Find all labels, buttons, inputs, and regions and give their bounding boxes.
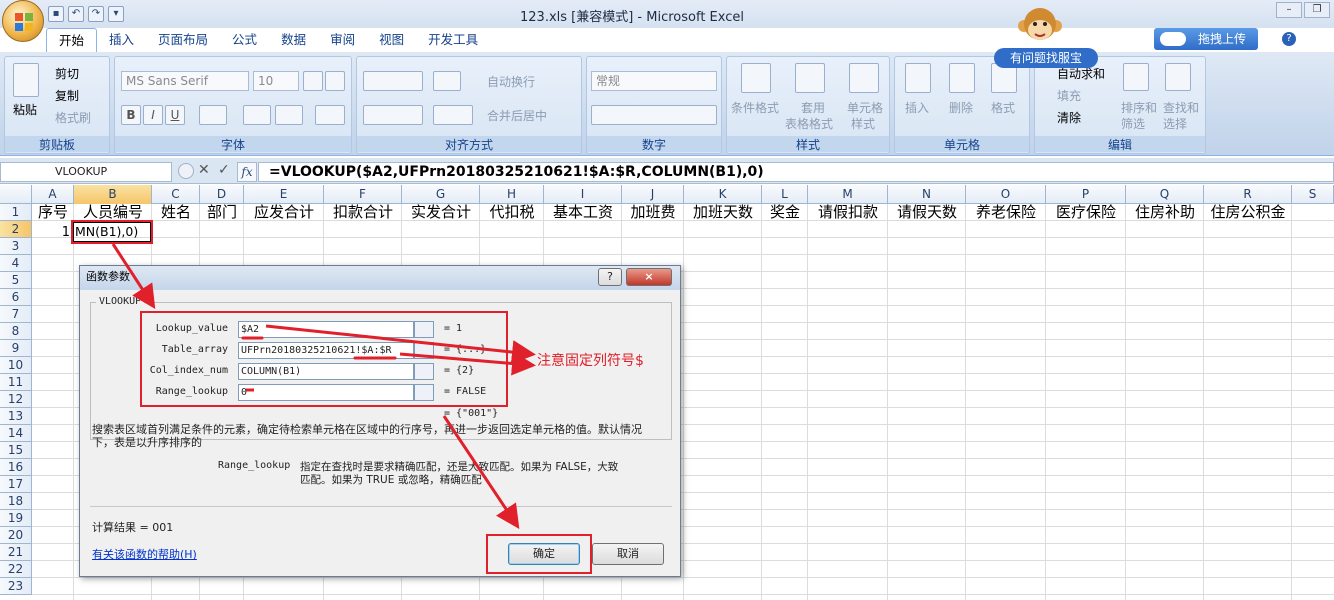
annotation-arrows — [111, 243, 536, 529]
assistant-badge[interactable]: 有问题找服宝 — [994, 48, 1098, 68]
upload-button-label: 拖拽上传 — [1198, 32, 1247, 46]
cloud-icon — [1160, 32, 1186, 46]
arrow-b2-to-dialog — [111, 243, 156, 310]
arrow-table-to-note — [399, 351, 536, 376]
office-button[interactable] — [2, 0, 44, 42]
arrow-lookup-to-note — [265, 324, 536, 365]
arrow-to-ok — [442, 415, 520, 529]
office-logo-icon — [15, 13, 33, 31]
annotation-note: 注意固定列符号$ — [537, 353, 644, 369]
